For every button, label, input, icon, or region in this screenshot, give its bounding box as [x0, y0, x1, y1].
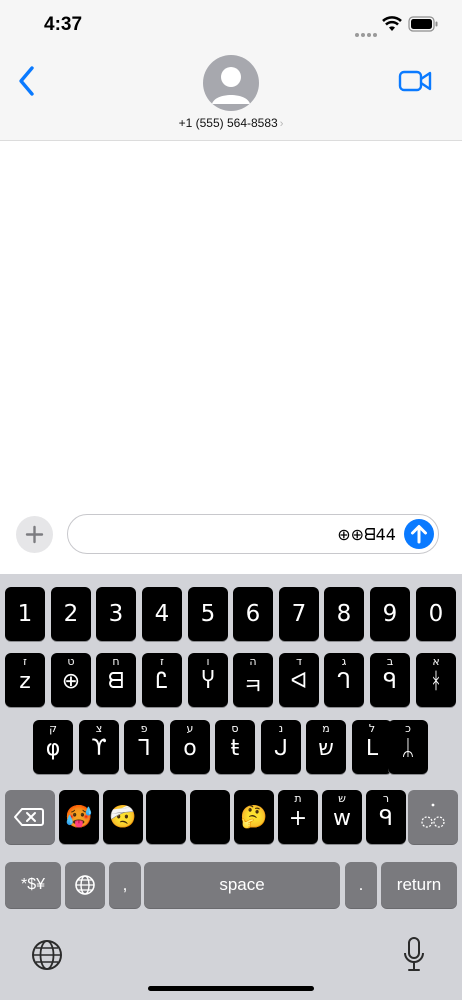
apps-plus-button[interactable]	[16, 516, 53, 553]
diacritics-key[interactable]	[408, 790, 458, 844]
home-indicator	[148, 986, 314, 991]
key-tav[interactable]: ת +	[278, 790, 318, 844]
dictation-microphone-icon[interactable]	[402, 936, 426, 974]
emoji-key-hot-face[interactable]: 🥵	[59, 790, 99, 844]
key-tet[interactable]: ט ⊕	[51, 653, 91, 707]
globe-key[interactable]	[65, 862, 105, 908]
cellular-signal-icon	[355, 24, 379, 42]
key-gimel[interactable]: גᒉ	[324, 653, 364, 707]
globe-icon	[75, 875, 95, 895]
contact-name[interactable]: +1 (555) 564-8583 ›	[0, 116, 462, 130]
key-zayin[interactable]: זz	[5, 653, 45, 707]
chevron-right-icon: ›	[279, 118, 284, 130]
key-9[interactable]: 9	[370, 587, 410, 641]
symbols-key[interactable]: *$¥	[5, 862, 61, 908]
key-mem[interactable]: מש	[306, 720, 346, 774]
key-shin[interactable]: שw	[322, 790, 362, 844]
key-0[interactable]: 0	[416, 587, 456, 641]
key-bet[interactable]: בᑫ	[370, 653, 410, 707]
space-key[interactable]: space	[144, 862, 340, 908]
wifi-icon	[382, 16, 402, 31]
key-pe[interactable]: פᒣ	[124, 720, 164, 774]
key-kaf[interactable]: כᛦ	[388, 720, 428, 774]
period-key[interactable]: .	[345, 862, 377, 908]
contact-number: +1 (555) 564-8583	[178, 116, 278, 130]
contact-avatar[interactable]	[203, 55, 259, 111]
key-ayin[interactable]: עo	[170, 720, 210, 774]
emoji-key-tears-of-joy[interactable]: 😂	[146, 790, 186, 844]
key-nun[interactable]: נᒍ	[261, 720, 301, 774]
delete-icon	[14, 808, 44, 826]
key-7[interactable]: 7	[279, 587, 319, 641]
key-zayin-2[interactable]: זᏝ	[142, 653, 182, 707]
key-6[interactable]: 6	[233, 587, 273, 641]
key-1[interactable]: 1	[5, 587, 45, 641]
key-het[interactable]: חᗺ	[96, 653, 136, 707]
return-key[interactable]: return	[381, 862, 457, 908]
key-he[interactable]: הㅋ	[233, 653, 273, 707]
comma-key[interactable]: ,	[109, 862, 141, 908]
arrow-up-icon	[411, 525, 427, 544]
battery-icon	[408, 16, 438, 32]
delete-key[interactable]	[5, 790, 55, 844]
status-time: 4:37	[44, 14, 83, 35]
message-input-text: ⊕⊕ᗺ44	[337, 525, 396, 544]
key-resh[interactable]: רᑫ	[366, 790, 406, 844]
key-2[interactable]: 2	[51, 587, 91, 641]
key-dalet[interactable]: דᐊ	[279, 653, 319, 707]
key-lamed[interactable]: לᒪ	[352, 720, 392, 774]
key-4[interactable]: 4	[142, 587, 182, 641]
status-bar: 4:37	[0, 0, 462, 50]
send-button[interactable]	[404, 519, 434, 549]
emoji-key-bandage-face[interactable]: 🤕	[103, 790, 143, 844]
key-samekh[interactable]: סŧ	[215, 720, 255, 774]
back-chevron-icon[interactable]	[14, 64, 44, 98]
key-8[interactable]: 8	[324, 587, 364, 641]
message-input[interactable]: ⊕⊕ᗺ44	[67, 514, 439, 554]
key-tsadi[interactable]: צϒ	[79, 720, 119, 774]
emoji-key-grinning-sweat[interactable]: 😅	[190, 790, 230, 844]
key-vav[interactable]: וჄ	[188, 653, 228, 707]
keyboard-switch-globe-icon[interactable]	[30, 938, 64, 972]
person-icon	[212, 67, 250, 104]
plus-icon	[25, 525, 44, 544]
key-qof[interactable]: קφ	[33, 720, 73, 774]
key-5[interactable]: 5	[188, 587, 228, 641]
key-3[interactable]: 3	[96, 587, 136, 641]
emoji-key-thinking[interactable]: 🤔	[234, 790, 274, 844]
video-camera-icon[interactable]	[398, 69, 432, 93]
key-aleph[interactable]: אᚼ	[416, 653, 456, 707]
diacritic-circles-icon	[421, 803, 445, 828]
